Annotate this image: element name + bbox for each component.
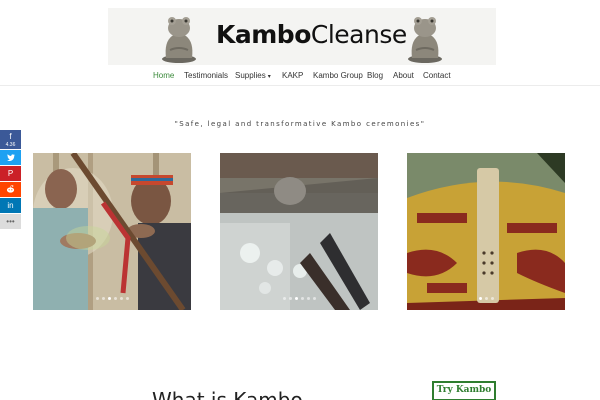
nav-home[interactable]: Home [153,71,174,80]
slider-dot[interactable] [125,297,129,300]
nav-contact[interactable]: Contact [423,71,451,80]
slider-dot[interactable] [484,297,488,300]
nav-about[interactable]: About [393,71,414,80]
logo-light: Cleanse [310,20,407,49]
slider-dot[interactable] [113,297,117,300]
more-share-button[interactable]: ••• [0,214,21,229]
nav-blog[interactable]: Blog [367,71,383,80]
social-share-bar: f 4.36 P in ••• [0,130,21,230]
gallery-slider-3[interactable] [407,153,565,310]
nav-testimonials[interactable]: Testimonials [184,71,228,80]
logo-bold: Kambo [216,20,311,49]
supplies-photo [220,153,378,310]
slider-dot[interactable] [306,297,310,300]
linkedin-icon: in [7,201,14,210]
reddit-share-button[interactable] [0,182,21,197]
nav-supplies[interactable]: Supplies ▾ [235,71,271,80]
site-logo-text: KamboCleanse [216,20,407,49]
ceremony-photo [33,153,191,310]
slider-dot[interactable] [107,297,111,300]
kambo-stick-photo [407,153,565,310]
slider-dot[interactable] [478,297,482,300]
slider-dot[interactable] [95,297,99,300]
slider-dot[interactable] [282,297,286,300]
page: KamboCleanse Home Testimonials Supplies ▾… [0,0,600,400]
reddit-icon [6,185,15,193]
pinterest-icon: P [7,169,14,178]
tagline: "Safe, legal and transformative Kambo ce… [174,120,426,128]
nav-supplies-label: Supplies [235,71,266,80]
frog-statue-icon [162,17,196,63]
facebook-share-button[interactable]: f 4.36 [0,130,21,149]
chevron-down-icon: ▾ [267,74,271,80]
slider-dot[interactable] [288,297,292,300]
gallery-slider-1[interactable] [33,153,191,310]
linkedin-share-button[interactable]: in [0,198,21,213]
nav-kambo-group[interactable]: Kambo Group [313,71,363,80]
frog-statue-icon [408,17,442,63]
slider-dot[interactable] [294,297,298,300]
facebook-icon: f [9,132,12,141]
twitter-icon [6,154,15,161]
slider-dots [220,297,378,300]
section-heading: What is Kambo [152,388,303,400]
try-kambo-button[interactable]: Try Kambo [432,381,496,400]
main-nav: Home Testimonials Supplies ▾ KAKP Kambo G… [0,66,600,86]
twitter-share-button[interactable] [0,150,21,165]
slider-dot[interactable] [312,297,316,300]
slider-dot[interactable] [119,297,123,300]
pinterest-share-button[interactable]: P [0,166,21,181]
slider-dots [407,297,565,300]
slider-dots [33,297,191,300]
slider-dot[interactable] [300,297,304,300]
gallery-slider-2[interactable] [220,153,378,310]
more-icon: ••• [6,217,15,226]
nav-kakp[interactable]: KAKP [282,71,303,80]
share-count: 4.36 [5,142,16,148]
site-logo-banner[interactable]: KamboCleanse [108,8,496,65]
slider-dot[interactable] [101,297,105,300]
slider-dot[interactable] [490,297,494,300]
